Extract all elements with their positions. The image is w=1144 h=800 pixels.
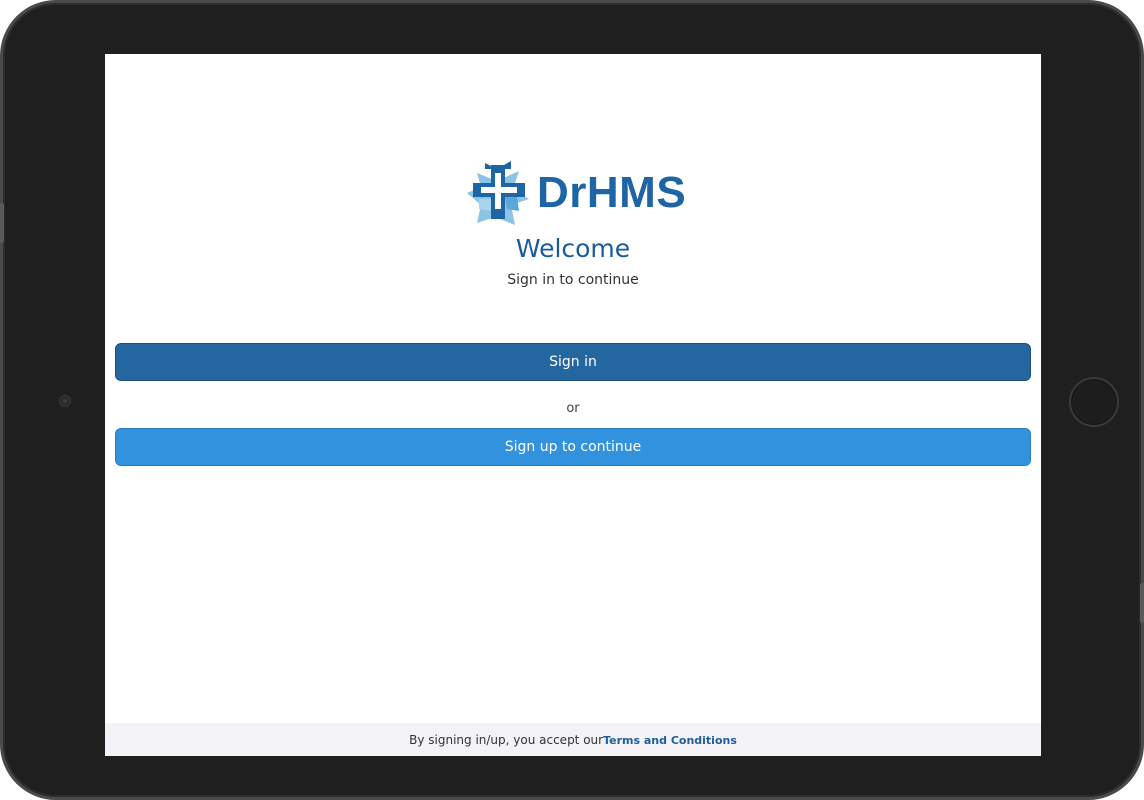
footer-bar: By signing in/up, you accept ourTerms an…	[105, 723, 1041, 756]
medical-cross-logo-icon	[467, 161, 529, 225]
app-logo: DrHMS	[467, 157, 686, 229]
sign-up-button[interactable]: Sign up to continue	[115, 428, 1031, 466]
page-subtitle: Sign in to continue	[507, 272, 639, 288]
logo-wordmark: DrHMS	[537, 168, 687, 217]
sign-in-button[interactable]: Sign in	[115, 343, 1031, 381]
app-screen: DrHMS Welcome Sign in to continue Sign i…	[105, 54, 1041, 756]
front-camera-icon	[59, 395, 71, 407]
footer-terms-text: By signing in/up, you accept our	[409, 733, 604, 747]
page-title: Welcome	[515, 234, 631, 263]
terms-and-conditions-link[interactable]: Terms and Conditions	[603, 734, 737, 747]
side-button-left	[0, 203, 4, 243]
home-button-icon[interactable]	[1069, 377, 1119, 427]
tablet-frame: DrHMS Welcome Sign in to continue Sign i…	[0, 0, 1144, 800]
side-button-right	[1140, 583, 1144, 623]
separator-text: or	[566, 401, 580, 416]
